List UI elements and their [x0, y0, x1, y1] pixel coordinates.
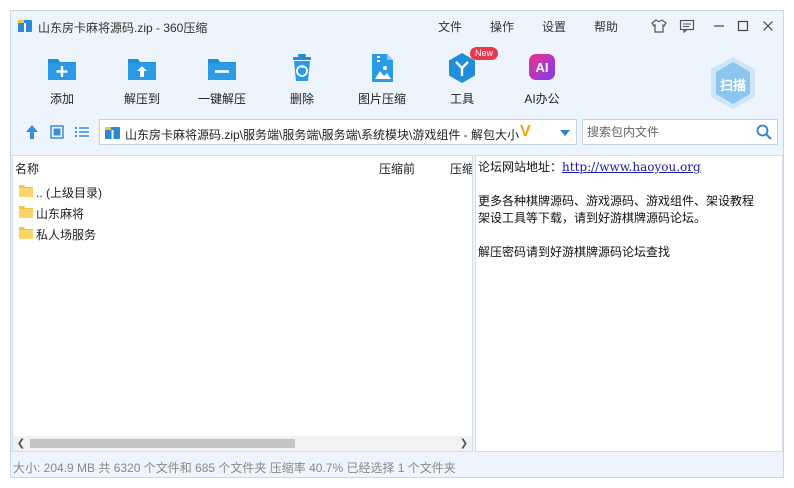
forum-label: 论坛网站地址： — [478, 160, 563, 174]
tools-button[interactable]: New 工具 — [424, 47, 500, 107]
column-header-compressed-size[interactable]: 压缩 — [450, 160, 472, 177]
list-item-name: .. (上级目录) — [36, 186, 102, 200]
scan-label: 扫描 — [719, 78, 746, 93]
menu-operate[interactable]: 操作 — [490, 18, 514, 35]
list-item[interactable]: 山东麻将 — [13, 202, 472, 222]
list-item-name: 山东麻将 — [36, 207, 85, 221]
ai-glyph: AI — [536, 60, 549, 75]
add-icon — [48, 59, 76, 80]
menu-file[interactable]: 文件 — [438, 18, 462, 35]
column-header-original-size[interactable]: 压缩前 — [379, 160, 415, 177]
thumbnail-view-icon — [50, 125, 64, 139]
scrollbar-thumb[interactable] — [30, 439, 295, 448]
close-icon — [763, 21, 773, 31]
ai-office-label: AI办公 — [524, 92, 560, 106]
address-path: 山东房卡麻将源码.zip\服务端\服务端\服务端\系统模块\游戏组件 - 解包大… — [125, 128, 520, 142]
search-box — [582, 119, 778, 145]
archive-folder-icon — [105, 127, 120, 139]
folder-icon — [19, 206, 33, 218]
forum-link[interactable]: http://www.haoyou.org — [562, 160, 701, 174]
shirt-icon — [651, 19, 667, 33]
chevron-down-icon[interactable] — [560, 129, 570, 137]
maximize-button[interactable] — [734, 17, 752, 35]
extract-to-button[interactable]: 解压到 — [104, 51, 180, 107]
ai-office-icon: AI — [529, 54, 555, 80]
feedback-button[interactable] — [678, 17, 696, 35]
archive-comment-pane: 论坛网站地址：http://www.haoyou.org 更多各种棋牌源码、游戏… — [475, 155, 783, 452]
list-item-name: 私人场服务 — [36, 228, 97, 242]
file-list: 名称 压缩前 压缩 .. (上级目录) 山东麻将 私人场服务 ❮ ❯ — [12, 155, 473, 452]
comment-line-3: 架设工具等下载，请到好游棋牌源码论坛。 — [478, 211, 707, 225]
ai-office-button[interactable]: AI AI办公 — [504, 51, 580, 107]
list-view-icon — [75, 127, 89, 137]
up-level-button[interactable] — [23, 123, 41, 141]
comment-line-2: 更多各种棋牌源码、游戏源码、游戏组件、架设教程 — [478, 194, 755, 208]
archive-app-icon — [18, 20, 32, 32]
scan-button[interactable]: 扫描 — [708, 55, 758, 111]
arrow-up-icon — [26, 125, 38, 139]
extract-to-icon — [128, 59, 156, 80]
scroll-right-arrow-icon[interactable]: ❯ — [458, 438, 470, 449]
maximize-icon — [737, 20, 749, 32]
message-icon — [679, 19, 695, 33]
add-button[interactable]: 添加 — [24, 51, 100, 107]
list-item[interactable]: 私人场服务 — [13, 223, 472, 243]
comment-line-4: 解压密码请到好游棋牌源码论坛查找 — [478, 245, 671, 259]
image-compress-label: 图片压缩 — [357, 92, 406, 106]
minimize-button[interactable] — [710, 17, 728, 35]
add-label: 添加 — [49, 92, 74, 106]
extract-to-label: 解压到 — [123, 92, 160, 106]
delete-icon — [293, 54, 311, 81]
image-compress-icon — [372, 54, 393, 82]
delete-button[interactable]: 删除 — [264, 51, 340, 107]
window-title: 山东房卡麻将源码.zip - 360压缩 — [38, 21, 208, 35]
v-mark-icon: V — [520, 123, 531, 140]
skin-button[interactable] — [650, 17, 668, 35]
one-click-extract-icon — [208, 59, 236, 80]
scroll-left-arrow-icon[interactable]: ❮ — [15, 438, 27, 449]
address-bar[interactable]: 山东房卡麻将源码.zip\服务端\服务端\服务端\系统模块\游戏组件 - 解包大… — [99, 119, 577, 145]
one-click-extract-button[interactable]: 一键解压 — [184, 51, 260, 107]
one-click-extract-label: 一键解压 — [197, 92, 246, 106]
menu-help[interactable]: 帮助 — [594, 18, 618, 35]
minimize-icon — [714, 25, 724, 27]
horizontal-scrollbar[interactable]: ❮ ❯ — [13, 436, 472, 451]
list-item[interactable]: .. (上级目录) — [13, 181, 472, 201]
search-input[interactable] — [583, 120, 748, 144]
search-icon[interactable] — [756, 124, 772, 140]
status-bar-text: 大小: 204.9 MB 共 6320 个文件和 685 个文件夹 压缩率 40… — [13, 461, 456, 475]
app-window: 山东房卡麻将源码.zip - 360压缩 文件 操作 设置 帮助 添加 解压到 … — [10, 10, 784, 478]
folder-icon — [19, 185, 33, 197]
column-header-name[interactable]: 名称 — [15, 160, 39, 177]
close-button[interactable] — [759, 17, 777, 35]
thumbnail-view-button[interactable] — [48, 123, 66, 141]
delete-label: 删除 — [289, 92, 314, 106]
folder-icon — [19, 227, 33, 239]
title-bar: 山东房卡麻将源码.zip - 360压缩 文件 操作 设置 帮助 — [11, 11, 783, 41]
tools-label: 工具 — [449, 92, 474, 106]
list-view-button[interactable] — [73, 123, 91, 141]
new-badge: New — [470, 47, 499, 60]
image-compress-button[interactable]: 图片压缩 — [344, 51, 420, 107]
forum-line: 论坛网站地址：http://www.haoyou.org — [478, 159, 780, 176]
menu-settings[interactable]: 设置 — [542, 18, 566, 35]
